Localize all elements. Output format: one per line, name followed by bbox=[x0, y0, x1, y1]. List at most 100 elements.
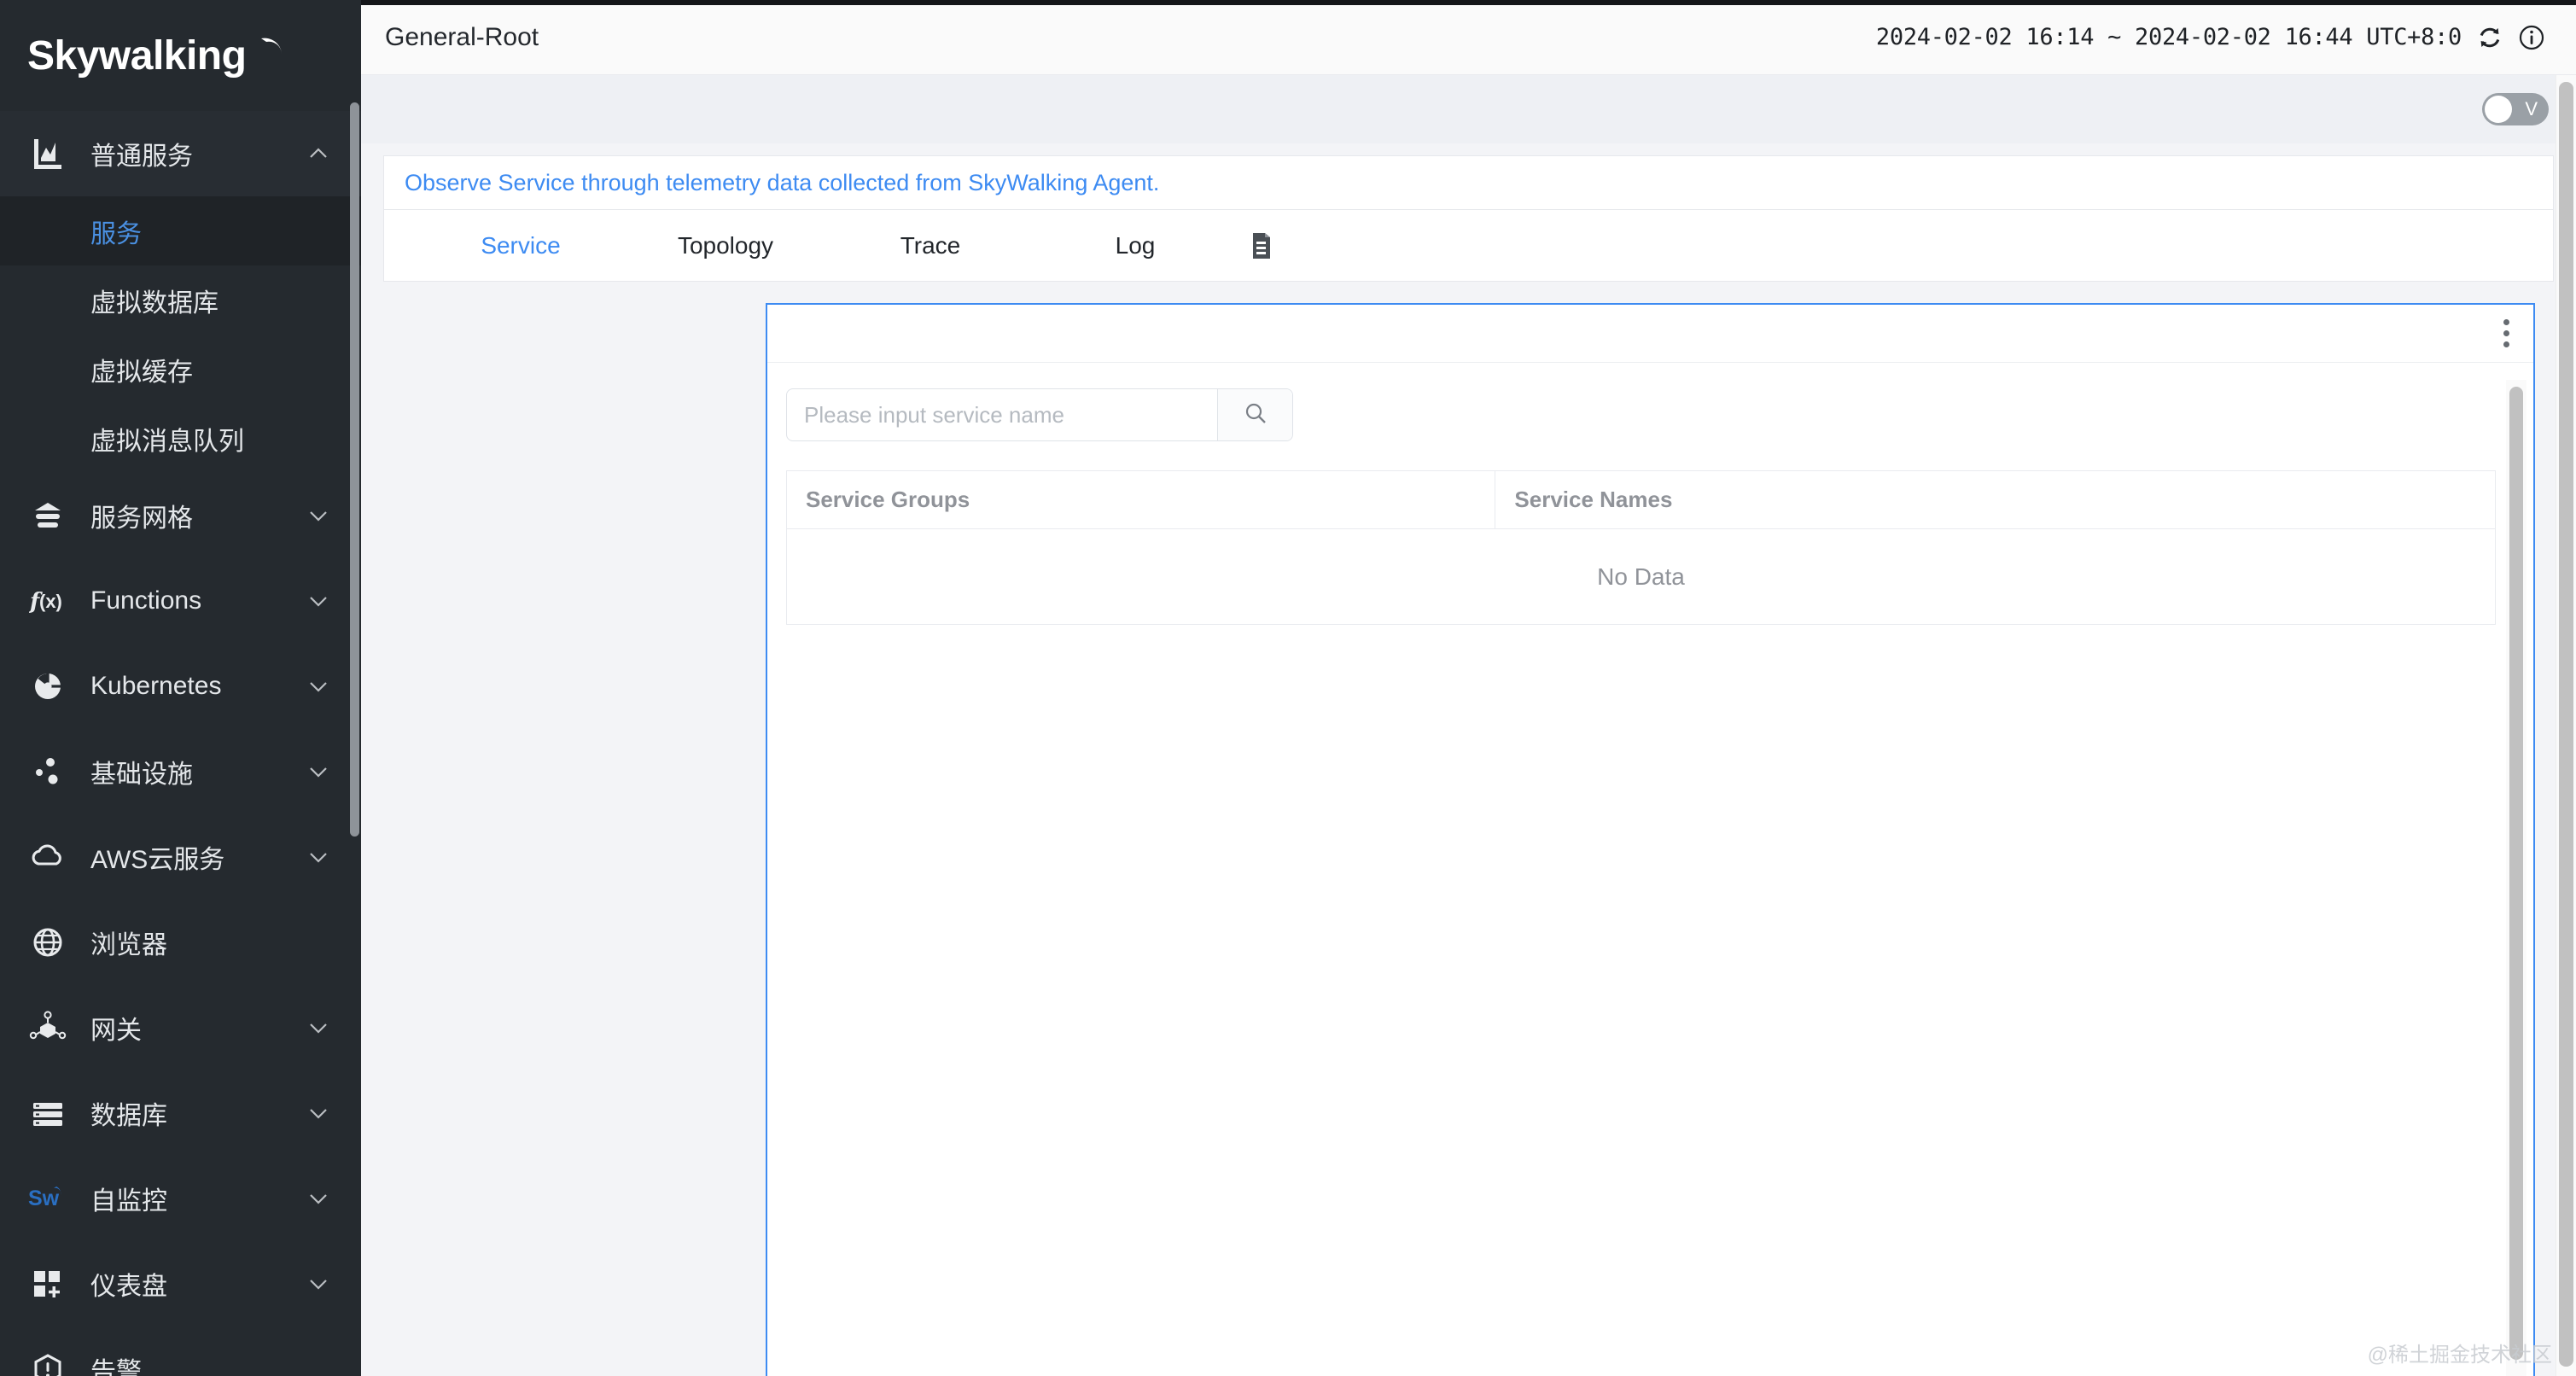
search-row bbox=[786, 388, 2496, 441]
sidebar-item-kubernetes[interactable]: Kubernetes bbox=[0, 644, 361, 729]
info-circle-icon[interactable] bbox=[2518, 24, 2545, 51]
chevron-down-icon[interactable] bbox=[306, 845, 330, 869]
sidebar-group-self-observability: Sw 自监控 bbox=[0, 1156, 361, 1241]
sidebar-item-gateway[interactable]: 网关 bbox=[0, 985, 361, 1070]
sidebar-item-virtual-database[interactable]: 虚拟数据库 bbox=[0, 265, 361, 335]
sidebar-item-label: Kubernetes bbox=[90, 672, 222, 700]
chevron-down-icon[interactable] bbox=[306, 1101, 330, 1125]
page-scrollbar-thumb[interactable] bbox=[2559, 82, 2573, 1367]
sidebar-item-label: 浏览器 bbox=[90, 931, 167, 959]
time-range-picker[interactable]: 2024-02-02 16:14 ~ 2024-02-02 16:44 UTC+… bbox=[1876, 24, 2462, 50]
brand-logo[interactable]: Skywalking bbox=[0, 0, 361, 111]
sidebar-group-gateway: 网关 bbox=[0, 985, 361, 1070]
panel-scrollbar-thumb[interactable] bbox=[2509, 387, 2523, 1360]
table-empty-state: No Data bbox=[787, 529, 2495, 625]
topbar-right: 2024-02-02 16:14 ~ 2024-02-02 16:44 UTC+… bbox=[1876, 24, 2545, 51]
chevron-down-icon[interactable] bbox=[306, 760, 330, 784]
sidebar-item-label: AWS云服务 bbox=[90, 846, 225, 874]
chevron-up-icon[interactable] bbox=[306, 142, 330, 166]
sidebar-scrollbar-thumb[interactable] bbox=[350, 102, 359, 837]
sidebar-item-label: 网关 bbox=[90, 1017, 142, 1045]
toggle-label: V bbox=[2525, 98, 2538, 120]
chevron-down-icon[interactable] bbox=[306, 1187, 330, 1210]
kebab-menu-icon[interactable] bbox=[2498, 314, 2515, 353]
sidebar-item-general-service[interactable]: 普通服务 bbox=[0, 111, 361, 196]
gateway-cube-icon bbox=[27, 1007, 68, 1048]
breadcrumb: General-Root bbox=[385, 22, 539, 51]
sidebar-item-label: 基础设施 bbox=[90, 761, 193, 789]
copy-pages-icon[interactable] bbox=[1246, 229, 1277, 263]
sidebar-item-aws-cloud[interactable]: AWS云服务 bbox=[0, 814, 361, 900]
sidebar-item-dashboard[interactable]: 仪表盘 bbox=[0, 1241, 361, 1326]
sidebar-item-service[interactable]: 服务 bbox=[0, 196, 361, 265]
database-rows-icon bbox=[27, 1093, 68, 1134]
no-data-text: No Data bbox=[1597, 563, 1685, 590]
sidebar-group-infrastructure: 基础设施 bbox=[0, 729, 361, 814]
sidebar-item-virtual-cache[interactable]: 虚拟缓存 bbox=[0, 335, 361, 404]
search-box bbox=[786, 388, 1293, 441]
sidebar-item-label: 仪表盘 bbox=[90, 1273, 167, 1301]
panel-header bbox=[767, 305, 2533, 363]
app-root: Skywalking 普通服务 服务 虚拟数据库 虚拟缓存 虚拟消息队列 服务网… bbox=[0, 0, 2576, 1376]
infrastructure-dots-icon bbox=[27, 751, 68, 792]
sidebar-item-label: 普通服务 bbox=[90, 143, 193, 171]
chevron-down-icon[interactable] bbox=[306, 504, 330, 528]
sidebar-item-label: Functions bbox=[90, 586, 202, 615]
sidebar-group-database: 数据库 bbox=[0, 1070, 361, 1156]
chart-bar-icon bbox=[27, 133, 68, 174]
topbar: General-Root 2024-02-02 16:14 ~ 2024-02-… bbox=[361, 0, 2576, 75]
sidebar-group-aws: AWS云服务 bbox=[0, 814, 361, 900]
sidebar-item-database[interactable]: 数据库 bbox=[0, 1070, 361, 1156]
refresh-icon[interactable] bbox=[2477, 25, 2503, 50]
mesh-layers-icon bbox=[27, 495, 68, 536]
view-toggle-switch[interactable]: V bbox=[2482, 93, 2549, 125]
alarm-hexagon-icon bbox=[27, 1349, 68, 1376]
sidebar: Skywalking 普通服务 服务 虚拟数据库 虚拟缓存 虚拟消息队列 服务网… bbox=[0, 0, 361, 1376]
sidebar-item-browser[interactable]: 浏览器 bbox=[0, 900, 361, 985]
banner-text: Observe Service through telemetry data c… bbox=[405, 169, 1160, 195]
services-table: Service Groups Service Names No Data bbox=[786, 470, 2496, 625]
sidebar-item-service-mesh[interactable]: 服务网格 bbox=[0, 473, 361, 558]
tab-trace[interactable]: Trace bbox=[828, 232, 1033, 259]
sidebar-group-dashboard: 仪表盘 bbox=[0, 1241, 361, 1326]
sidebar-item-label: 服务网格 bbox=[90, 504, 193, 533]
chevron-down-icon[interactable] bbox=[306, 1272, 330, 1296]
search-input[interactable] bbox=[787, 389, 1217, 440]
tab-log[interactable]: Log bbox=[1033, 232, 1238, 259]
column-header-service-names: Service Names bbox=[1514, 487, 1673, 512]
sidebar-menu: 普通服务 服务 虚拟数据库 虚拟缓存 虚拟消息队列 服务网格 f (x) Fun… bbox=[0, 111, 361, 1376]
sidebar-group-browser: 浏览器 bbox=[0, 900, 361, 985]
function-fx-icon: f (x) bbox=[27, 580, 68, 621]
sidebar-group-alarm: 告警 bbox=[0, 1326, 361, 1376]
tab-service[interactable]: Service bbox=[418, 232, 623, 259]
tabs-bar: Service Topology Trace Log bbox=[383, 210, 2554, 282]
brand-name: Skywalking bbox=[27, 32, 247, 79]
main-content: General-Root 2024-02-02 16:14 ~ 2024-02-… bbox=[361, 0, 2576, 1376]
sidebar-submenu-general-service: 服务 虚拟数据库 虚拟缓存 虚拟消息队列 bbox=[0, 196, 361, 473]
column-header-service-groups: Service Groups bbox=[787, 471, 1496, 528]
sidebar-group-service-mesh: 服务网格 bbox=[0, 473, 361, 558]
sidebar-item-label: 告警 bbox=[90, 1358, 142, 1376]
sidebar-item-virtual-mq[interactable]: 虚拟消息队列 bbox=[0, 404, 361, 473]
sidebar-item-alarm[interactable]: 告警 bbox=[0, 1326, 361, 1376]
skywalking-sw-icon: Sw bbox=[27, 1178, 68, 1219]
crescent-moon-icon bbox=[253, 32, 288, 79]
panel-body: Service Groups Service Names No Data bbox=[767, 363, 2533, 1376]
sidebar-item-label: 数据库 bbox=[90, 1102, 167, 1130]
tab-topology[interactable]: Topology bbox=[623, 232, 828, 259]
sidebar-item-functions[interactable]: f (x) Functions bbox=[0, 558, 361, 644]
chevron-down-icon[interactable] bbox=[306, 674, 330, 698]
search-icon bbox=[1243, 400, 1268, 430]
sidebar-group-general-service: 普通服务 服务 虚拟数据库 虚拟缓存 虚拟消息队列 bbox=[0, 111, 361, 473]
globe-icon bbox=[27, 922, 68, 963]
chevron-down-icon[interactable] bbox=[306, 589, 330, 613]
kubernetes-icon bbox=[27, 666, 68, 707]
sidebar-item-self-observability[interactable]: Sw 自监控 bbox=[0, 1156, 361, 1241]
search-button[interactable] bbox=[1217, 389, 1292, 440]
service-panel: Service Groups Service Names No Data bbox=[766, 303, 2535, 1376]
sidebar-item-infrastructure[interactable]: 基础设施 bbox=[0, 729, 361, 814]
sidebar-group-kubernetes: Kubernetes bbox=[0, 644, 361, 729]
svg-text:(x): (x) bbox=[39, 591, 62, 612]
subbar: V bbox=[361, 75, 2576, 143]
chevron-down-icon[interactable] bbox=[306, 1016, 330, 1040]
